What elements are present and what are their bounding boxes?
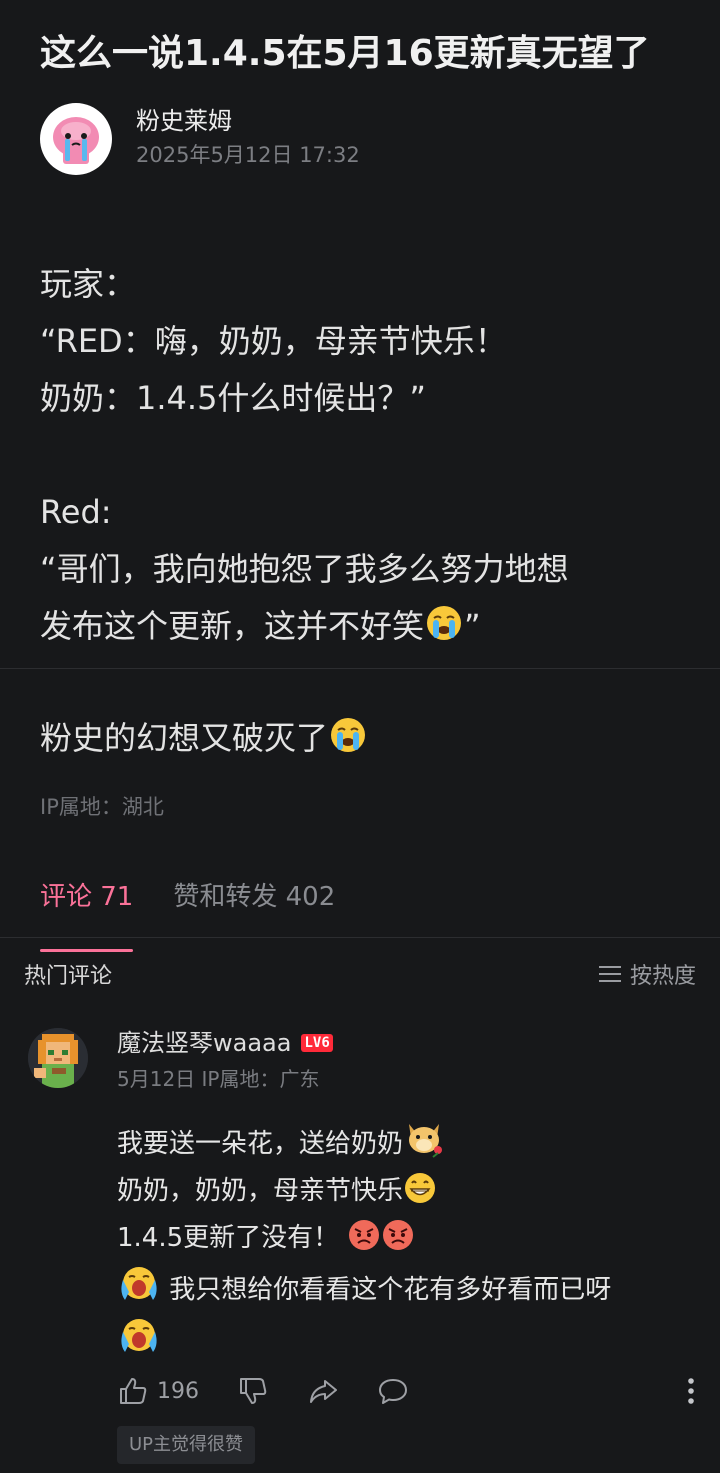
comment-line-emoji-only: [117, 1314, 697, 1366]
post-body-line: 奶奶：1.4.5什么时候出？”: [40, 379, 427, 417]
comment-line: 我只想给你看看这个花有多好看而已呀: [169, 1275, 612, 1305]
post-body-line: ”: [464, 607, 481, 645]
grinning-face-emoji-icon: [405, 1173, 436, 1203]
author-avatar[interactable]: [40, 103, 112, 175]
share-button[interactable]: [307, 1375, 339, 1407]
post-body: 玩家： “RED：嗨，奶奶，母亲节快乐！ 奶奶：1.4.5什么时候出？” Red…: [40, 256, 690, 655]
comment-meta: 5月12日 IP属地：广东: [117, 1067, 320, 1091]
post-body-line: “哥们，我向她抱怨了我多么努力地想: [40, 550, 569, 588]
sort-lines-icon: [598, 966, 621, 982]
post-body-line: 发布这个更新，这并不好笑: [40, 607, 425, 645]
thumbs-up-icon: [120, 1378, 147, 1404]
post-title: 这么一说1.4.5在5月16更新真无望了: [40, 33, 650, 74]
sort-button[interactable]: 按热度: [598, 958, 696, 990]
comment-line: 1.4.5更新了没有！: [117, 1223, 340, 1253]
author-name[interactable]: 粉史莱姆: [136, 106, 360, 136]
commenter-username[interactable]: 魔法竖琴waaaa: [117, 1026, 291, 1060]
up-liked-badge: UP主觉得很赞: [117, 1426, 256, 1464]
comment-line-with-emoji: 我要送一朵花，送给奶奶: [117, 1118, 697, 1168]
thumbs-down-icon: [240, 1378, 267, 1404]
crying-face-emoji-icon: [427, 606, 462, 640]
post-body2: 粉史的幻想又破灭了: [40, 719, 329, 757]
pink-slime-avatar-icon: [53, 117, 99, 164]
hot-comments-title: 热门评论: [24, 964, 113, 989]
crying-face-emoji-icon: [331, 718, 366, 752]
post-date: 2025年5月12日 17:32: [136, 143, 360, 167]
post-ip-location: IP属地：湖北: [40, 795, 164, 819]
comment-line: 奶奶，奶奶，母亲节快乐: [117, 1176, 404, 1206]
angry-face-emoji-icon: [349, 1220, 380, 1250]
level-badge: LV6: [301, 1034, 333, 1052]
post-body-line: “RED：嗨，奶奶，母亲节快乐！: [40, 322, 507, 360]
post-divider: [0, 668, 720, 669]
comment-line-with-emoji: 奶奶，奶奶，母亲节快乐: [117, 1168, 697, 1215]
commenter-avatar[interactable]: [28, 1028, 88, 1088]
more-vertical-icon: [688, 1378, 694, 1404]
post-body-line: 玩家：: [40, 265, 137, 303]
dog-with-flower-emoji-icon: [409, 1124, 443, 1158]
more-options-button[interactable]: [685, 1376, 697, 1410]
tab-comments[interactable]: 评论 71: [40, 874, 134, 952]
tab-bar: 评论 71 赞和转发 402: [40, 874, 375, 952]
sort-label: 按热度: [629, 964, 696, 989]
dislike-button[interactable]: [237, 1375, 269, 1407]
pixel-character-avatar-icon: [28, 1028, 88, 1088]
post-body-line: Red:: [40, 493, 112, 531]
tabs-divider: [0, 937, 720, 938]
comment-line-with-emoji: 我只想给你看看这个花有多好看而已呀: [117, 1262, 697, 1314]
comment-actions: 196: [117, 1370, 697, 1412]
reply-button[interactable]: [377, 1375, 409, 1407]
commenter-name-row: 魔法竖琴waaaa LV6: [117, 1026, 333, 1060]
like-button[interactable]: 196: [117, 1375, 199, 1407]
post-body-line-with-emoji: 发布这个更新，这并不好笑 ”: [40, 598, 690, 655]
loudly-crying-face-emoji-icon: [121, 1267, 157, 1300]
comment-line-with-emoji: 1.4.5更新了没有！: [117, 1215, 697, 1262]
post-author[interactable]: 粉史莱姆 2025年5月12日 17:32: [40, 102, 360, 176]
post-body2-row: 粉史的幻想又破灭了: [40, 710, 368, 766]
comment-body: 我要送一朵花，送给奶奶 奶奶，奶奶，母亲节快乐 1.4.5更新了没有！ 我只想给…: [117, 1118, 697, 1366]
comments-header: 热门评论 按热度: [24, 954, 696, 994]
comment-bubble-icon: [379, 1379, 407, 1404]
share-arrow-icon: [310, 1380, 337, 1403]
tab-likes-reposts[interactable]: 赞和转发 402: [173, 874, 335, 936]
loudly-crying-face-emoji-icon: [121, 1319, 157, 1352]
like-count: 196: [157, 1378, 199, 1404]
angry-face-emoji-icon: [383, 1220, 414, 1250]
comment-line: 我要送一朵花，送给奶奶: [117, 1129, 404, 1159]
